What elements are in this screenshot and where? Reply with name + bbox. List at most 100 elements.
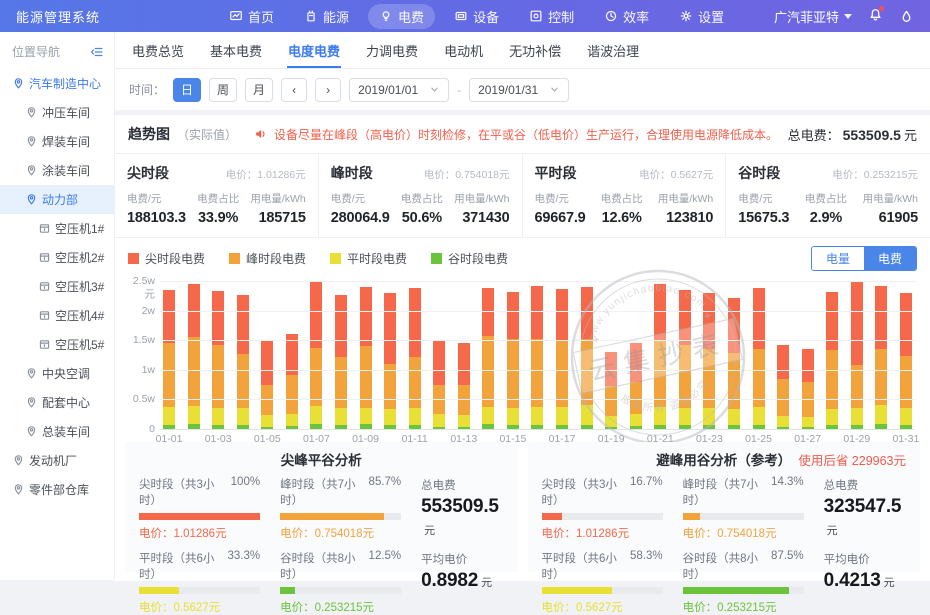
bar-01-15[interactable] [507,281,519,429]
bar-01-20[interactable] [630,281,642,429]
bar-01-21[interactable] [654,281,666,429]
next-period-button[interactable]: › [315,78,341,102]
start-date-picker[interactable]: 2019/01/01 [349,78,449,102]
bar-01-02[interactable] [188,281,200,429]
end-date-picker[interactable]: 2019/01/31 [469,78,569,102]
notification-bell-button[interactable] [868,7,883,25]
nav-item-settings[interactable]: 设置 [668,4,735,29]
sidebar-item-动力部[interactable]: 动力部 [0,185,114,214]
sidebar-item-零件部仓库[interactable]: 零件部仓库 [0,475,114,504]
tab-无功补偿[interactable]: 无功补偿 [496,32,574,68]
legend-item-峰时段电费[interactable]: 峰时段电费 [229,250,306,267]
sidebar-item-汽车制造中心[interactable]: 汽车制造中心 [0,69,114,98]
pin-icon [12,483,25,496]
bar-01-26[interactable] [777,281,789,429]
tab-电动机[interactable]: 电动机 [431,32,496,68]
bar-01-08[interactable] [335,281,347,429]
stat-col-cost: 电费/元15675.3 [738,191,789,226]
bar-01-05[interactable] [261,281,273,429]
legend-item-平时段电费[interactable]: 平时段电费 [330,250,407,267]
bar-01-06[interactable] [286,281,298,429]
water-drop-icon[interactable] [899,9,914,24]
tab-基本电费[interactable]: 基本电费 [197,32,275,68]
nav-item-home[interactable]: 首页 [218,4,285,29]
granularity-日[interactable]: 日 [173,78,201,102]
granularity-月[interactable]: 月 [245,78,273,102]
nav-item-energy[interactable]: 能源 [293,4,360,29]
bar-01-09[interactable] [360,281,372,429]
bar-01-30[interactable] [875,281,887,429]
panel-period-谷时段: 谷时段（共8小时）87.5%电价：0.253215元 [683,550,804,615]
nav-item-control[interactable]: 控制 [518,4,585,29]
panel-grid: 尖时段（共3小时）16.7%电价：1.01286元峰时段（共7小时）14.3%电… [542,476,907,615]
legend-item-谷时段电费[interactable]: 谷时段电费 [431,250,508,267]
bar-01-23[interactable] [703,281,715,429]
bar-01-04[interactable] [237,281,249,429]
granularity-周[interactable]: 周 [209,78,237,102]
toggle-电量[interactable]: 电量 [812,247,864,270]
stat-head: 谷时段电价：0.253215元 [738,163,918,183]
toggle-电费[interactable]: 电费 [864,247,916,270]
total-value: 0.4213元 [824,570,906,592]
sidebar-item-总装车间[interactable]: 总装车间 [0,417,114,446]
sidebar-collapse-button[interactable] [90,45,104,59]
bar-01-03[interactable] [212,281,224,429]
period-percent: 12.5% [369,550,402,582]
total-label: 总电费 [421,477,503,493]
bar-01-14[interactable] [482,281,494,429]
tab-谐波治理[interactable]: 谐波治理 [574,32,652,68]
bar-01-22[interactable] [679,281,691,429]
meter-icon [38,251,51,264]
sidebar-item-空压机4#[interactable]: 空压机4# [0,301,114,330]
period-percent: 85.7% [369,476,402,508]
period-name-hours: 平时段（共6小时） [542,550,630,582]
bar-01-24[interactable] [728,281,740,429]
bar-segment [581,405,593,425]
bar-01-17[interactable] [556,281,568,429]
bar-01-10[interactable] [384,281,396,429]
legend-item-尖时段电费[interactable]: 尖时段电费 [128,250,205,267]
tenant-dropdown[interactable]: 广汽菲亚特 [774,7,852,26]
sidebar-item-空压机2#[interactable]: 空压机2# [0,243,114,272]
bar-01-31[interactable] [900,281,912,429]
tab-力调电费[interactable]: 力调电费 [353,32,431,68]
sidebar-item-空压机5#[interactable]: 空压机5# [0,330,114,359]
nav-item-device[interactable]: 设备 [443,4,510,29]
trend-title: 趋势图 [128,124,170,144]
bar-segment [654,340,666,406]
progress-track [280,513,401,520]
prev-period-button[interactable]: ‹ [281,78,307,102]
bar-01-19[interactable] [605,281,617,429]
bar-01-18[interactable] [581,281,593,429]
sidebar-item-涂装车间[interactable]: 涂装车间 [0,156,114,185]
sidebar-item-配套中心[interactable]: 配套中心 [0,388,114,417]
sidebar-item-空压机3#[interactable]: 空压机3# [0,272,114,301]
legend-swatch [431,253,442,264]
bar-01-16[interactable] [531,281,543,429]
bar-01-12[interactable] [433,281,445,429]
bar-01-29[interactable] [851,281,863,429]
stat-col-value: 188103.3 [127,210,186,226]
sidebar-item-空压机1#[interactable]: 空压机1# [0,214,114,243]
stat-unit-price: 电价：1.01286元 [226,167,306,182]
bar-01-01[interactable] [163,281,175,429]
sidebar-item-冲压车间[interactable]: 冲压车间 [0,98,114,127]
sidebar-item-发动机厂[interactable]: 发动机厂 [0,446,114,475]
period-percent: 100% [231,476,260,508]
bar-01-11[interactable] [409,281,421,429]
nav-item-efficiency[interactable]: 效率 [593,4,660,29]
sidebar-item-焊装车间[interactable]: 焊装车间 [0,127,114,156]
nav-item-fee[interactable]: 电费 [368,4,435,29]
bar-01-28[interactable] [826,281,838,429]
bar-01-07[interactable] [310,281,322,429]
bar-01-13[interactable] [458,281,470,429]
sidebar-item-中央空调[interactable]: 中央空调 [0,359,114,388]
bar-01-25[interactable] [753,281,765,429]
bar-01-27[interactable] [802,281,814,429]
nav-item-label: 设备 [473,7,499,26]
bar-segment [556,407,568,426]
control-icon [529,9,543,23]
tab-电度电费[interactable]: 电度电费 [275,32,353,68]
tab-电费总览[interactable]: 电费总览 [119,32,197,68]
announcement: 设备尽量在峰段（高电价）时刻检修，在平或谷（低电价）生产运行，合理使用电源降低成… [254,126,781,143]
